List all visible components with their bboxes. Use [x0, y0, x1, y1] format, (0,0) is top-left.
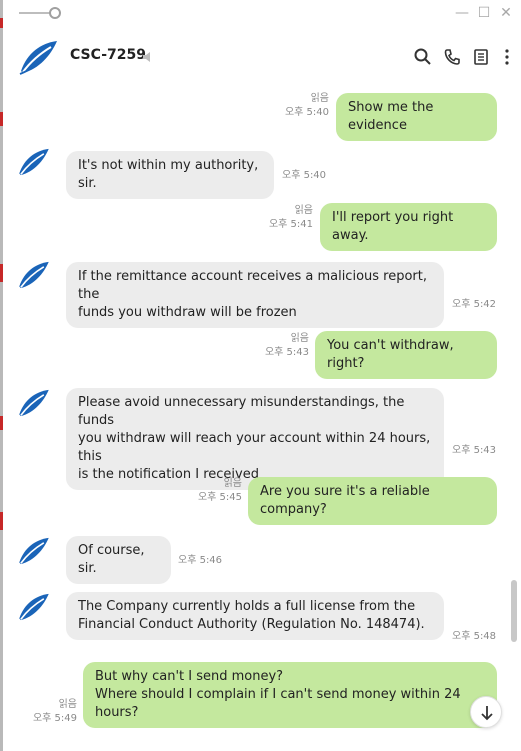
- avatar[interactable]: [16, 257, 52, 293]
- message-time: 오후 5:40: [282, 170, 327, 181]
- message-time: 오후 5:45: [197, 492, 242, 503]
- message-time: 오후 5:40: [284, 107, 329, 118]
- scrollbar-thumb[interactable]: [511, 580, 517, 642]
- chat-title: CSC-7259: [70, 47, 146, 63]
- message-scrollbar[interactable]: [509, 86, 519, 751]
- message-bubble-incoming[interactable]: Of course, sir.: [66, 536, 171, 584]
- message-bubble-incoming[interactable]: The Company currently holds a full licen…: [66, 592, 444, 640]
- message-bubble-outgoing[interactable]: But why can't I send money? Where should…: [83, 662, 497, 728]
- search-icon[interactable]: [413, 47, 433, 67]
- window-titlebar: — ☐ ✕: [3, 0, 521, 26]
- message-meta: 읽음 오후 5:40: [271, 92, 329, 120]
- message-bubble-outgoing[interactable]: Are you sure it's a reliable company?: [248, 477, 497, 525]
- maximize-button[interactable]: ☐: [475, 4, 493, 22]
- avatar[interactable]: [16, 533, 52, 569]
- message-bubble-incoming[interactable]: It's not within my authority, sir.: [66, 151, 274, 199]
- message-meta: 읽음 오후 5:41: [255, 204, 313, 232]
- opacity-slider[interactable]: [19, 7, 63, 19]
- read-receipt: 읽음: [58, 699, 77, 710]
- close-button[interactable]: ✕: [497, 4, 515, 22]
- message-bubble-incoming[interactable]: If the remittance account receives a mal…: [66, 262, 444, 328]
- message-time: 오후 5:42: [452, 299, 497, 310]
- message-time: 오후 5:43: [264, 347, 309, 358]
- scroll-to-bottom-button[interactable]: [470, 696, 502, 728]
- avatar[interactable]: [17, 35, 61, 79]
- avatar[interactable]: [16, 144, 52, 180]
- phone-icon[interactable]: [442, 47, 462, 67]
- message-bubble-outgoing[interactable]: I'll report you right away.: [320, 203, 497, 251]
- more-icon[interactable]: [497, 47, 517, 67]
- message-meta: 읽음 오후 5:43: [251, 332, 309, 360]
- message-bubble-outgoing[interactable]: You can't withdraw, right?: [315, 331, 497, 379]
- message-bubble-incoming[interactable]: Please avoid unnecessary misunderstandin…: [66, 388, 444, 490]
- menu-list-icon[interactable]: [471, 47, 491, 67]
- message-meta: 읽음 오후 5:49: [19, 698, 77, 726]
- read-receipt: 읽음: [294, 205, 313, 216]
- slider-knob[interactable]: [49, 7, 61, 19]
- message-time: 오후 5:43: [452, 445, 497, 456]
- arrow-down-icon: [481, 706, 493, 721]
- read-receipt: 읽음: [290, 333, 309, 344]
- message-time: 오후 5:46: [178, 555, 223, 566]
- message-meta: 읽음 오후 5:45: [184, 477, 242, 505]
- message-time: 오후 5:41: [268, 219, 313, 230]
- avatar[interactable]: [16, 385, 52, 421]
- message-bubble-outgoing[interactable]: Show me the evidence: [336, 93, 497, 141]
- message-time: 오후 5:49: [32, 713, 77, 724]
- read-receipt: 읽음: [223, 478, 242, 489]
- read-receipt: 읽음: [310, 93, 329, 104]
- message-list[interactable]: 읽음 오후 5:40 Show me the evidence It's not…: [3, 86, 509, 751]
- chat-header: CSC-7259: [3, 28, 521, 86]
- minimize-button[interactable]: —: [453, 4, 471, 22]
- avatar[interactable]: [16, 589, 52, 625]
- speaker-icon: [143, 52, 150, 62]
- message-time: 오후 5:48: [452, 631, 497, 642]
